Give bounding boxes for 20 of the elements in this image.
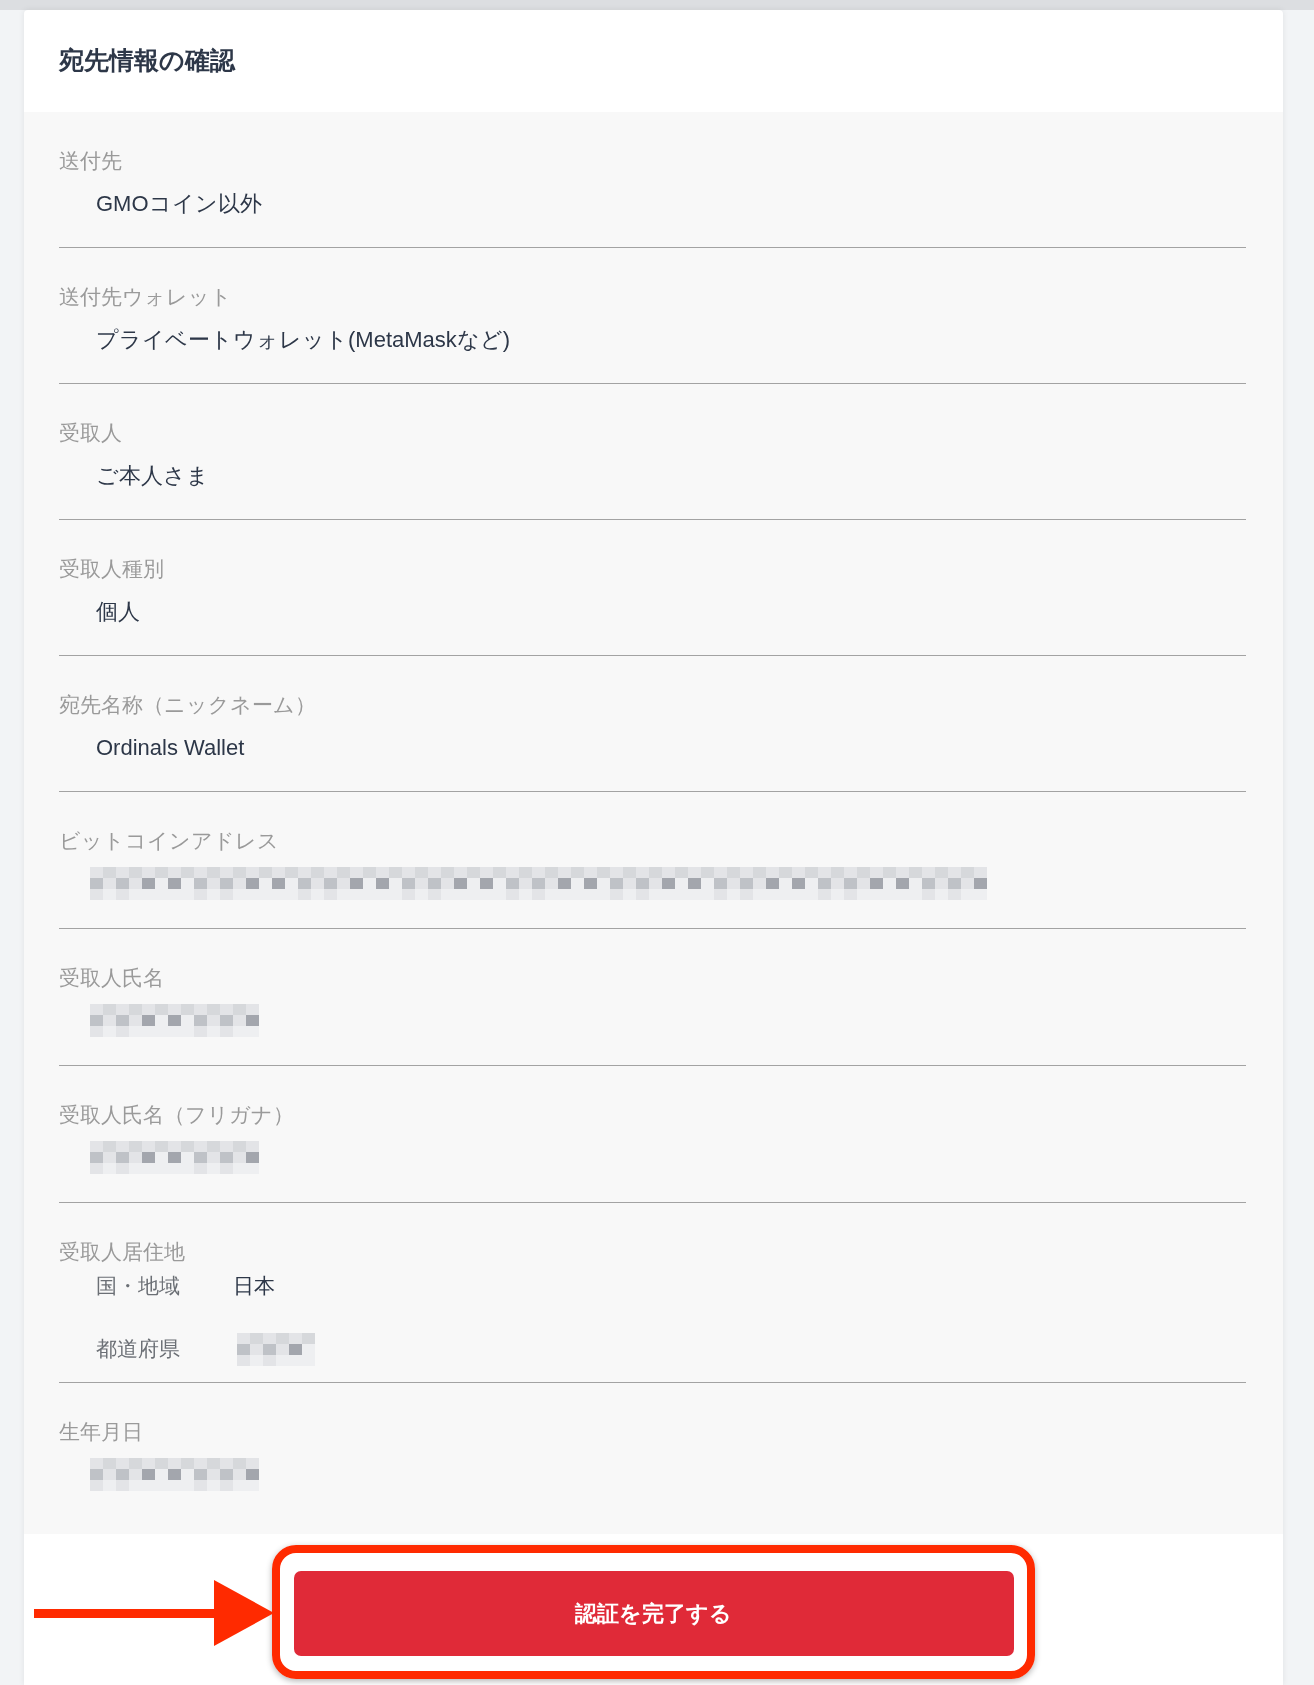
field-label: 宛先名称（ニックネーム） [59, 692, 316, 718]
field-label: 受取人 [59, 420, 122, 446]
field-value: GMOコイン以外 [96, 190, 262, 218]
panel-title: 宛先情報の確認 [59, 45, 235, 77]
field-label: 送付先 [59, 148, 122, 174]
field-value: 個人 [96, 598, 140, 626]
field-value: プライベートウォレット(MetaMaskなど) [96, 326, 511, 354]
field-label: 受取人氏名 [59, 965, 164, 991]
field-label: 受取人氏名（フリガナ） [59, 1102, 294, 1128]
complete-verification-button[interactable]: 認証を完了する [293, 1571, 1014, 1656]
field-sublabel: 都道府県 [96, 1336, 181, 1362]
field-label: 生年月日 [59, 1419, 143, 1445]
field-label: 送付先ウォレット [59, 284, 232, 310]
field-value: ご本人さま [96, 462, 209, 490]
field-label: 受取人種別 [59, 556, 164, 582]
field-label: 受取人居住地 [59, 1239, 185, 1265]
field-value: 日本 [233, 1273, 275, 1299]
field-value: Ordinals Wallet [96, 734, 245, 762]
field-sublabel: 国・地域 [96, 1273, 181, 1299]
field-label: ビットコインアドレス [59, 828, 279, 854]
